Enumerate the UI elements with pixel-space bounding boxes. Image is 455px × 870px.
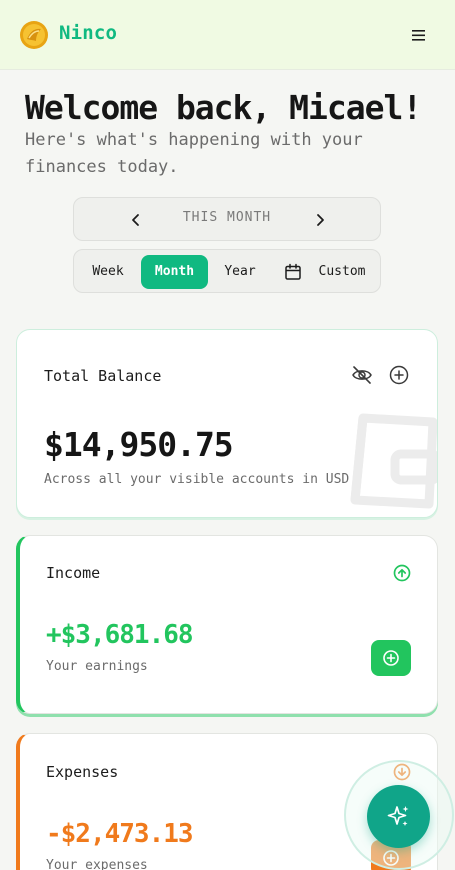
- range-selector: Week Month Year Custom: [73, 249, 381, 293]
- expenses-amount: -$2,473.13: [46, 819, 194, 849]
- total-balance-amount: $14,950.75: [44, 425, 234, 464]
- ai-assistant-button[interactable]: [367, 785, 430, 848]
- calendar-icon[interactable]: [284, 263, 302, 281]
- app-header: Ninco: [0, 0, 455, 70]
- income-subtitle: Your earnings: [46, 659, 148, 674]
- eye-off-icon[interactable]: [351, 364, 373, 386]
- hamburger-menu-icon[interactable]: [407, 24, 431, 46]
- income-amount: +$3,681.68: [46, 620, 194, 650]
- expenses-title: Expenses: [46, 763, 119, 781]
- chevron-right-icon[interactable]: [310, 210, 330, 230]
- coin-logo-icon[interactable]: [19, 20, 49, 50]
- add-income-button[interactable]: [371, 640, 411, 676]
- period-selector: THIS MONTH: [73, 197, 381, 241]
- income-title: Income: [46, 564, 101, 582]
- page-subtitle: Here's what's happening with your financ…: [25, 130, 363, 177]
- period-label: THIS MONTH: [182, 210, 272, 225]
- total-balance-subtitle: Across all your visible accounts in USD: [44, 472, 350, 487]
- range-month-button[interactable]: Month: [141, 255, 208, 289]
- plus-circle-icon: [383, 650, 399, 666]
- brand-name[interactable]: Ninco: [59, 22, 117, 44]
- range-week-button[interactable]: Week: [80, 255, 136, 289]
- expenses-subtitle: Your expenses: [46, 858, 148, 870]
- range-custom-button[interactable]: Custom: [310, 255, 374, 289]
- plus-circle-icon[interactable]: [388, 364, 410, 386]
- sparkles-icon: [387, 805, 408, 826]
- total-balance-title: Total Balance: [44, 367, 162, 385]
- income-card[interactable]: Income +$3,681.68 Your earnings: [16, 535, 438, 714]
- total-balance-card: Total Balance $14,950.75 Across all your…: [16, 329, 438, 518]
- wallet-icon: [350, 413, 437, 509]
- arrow-up-circle-icon: [393, 564, 411, 582]
- page-title: Welcome back, Micael!: [25, 88, 422, 127]
- range-year-button[interactable]: Year: [214, 255, 266, 289]
